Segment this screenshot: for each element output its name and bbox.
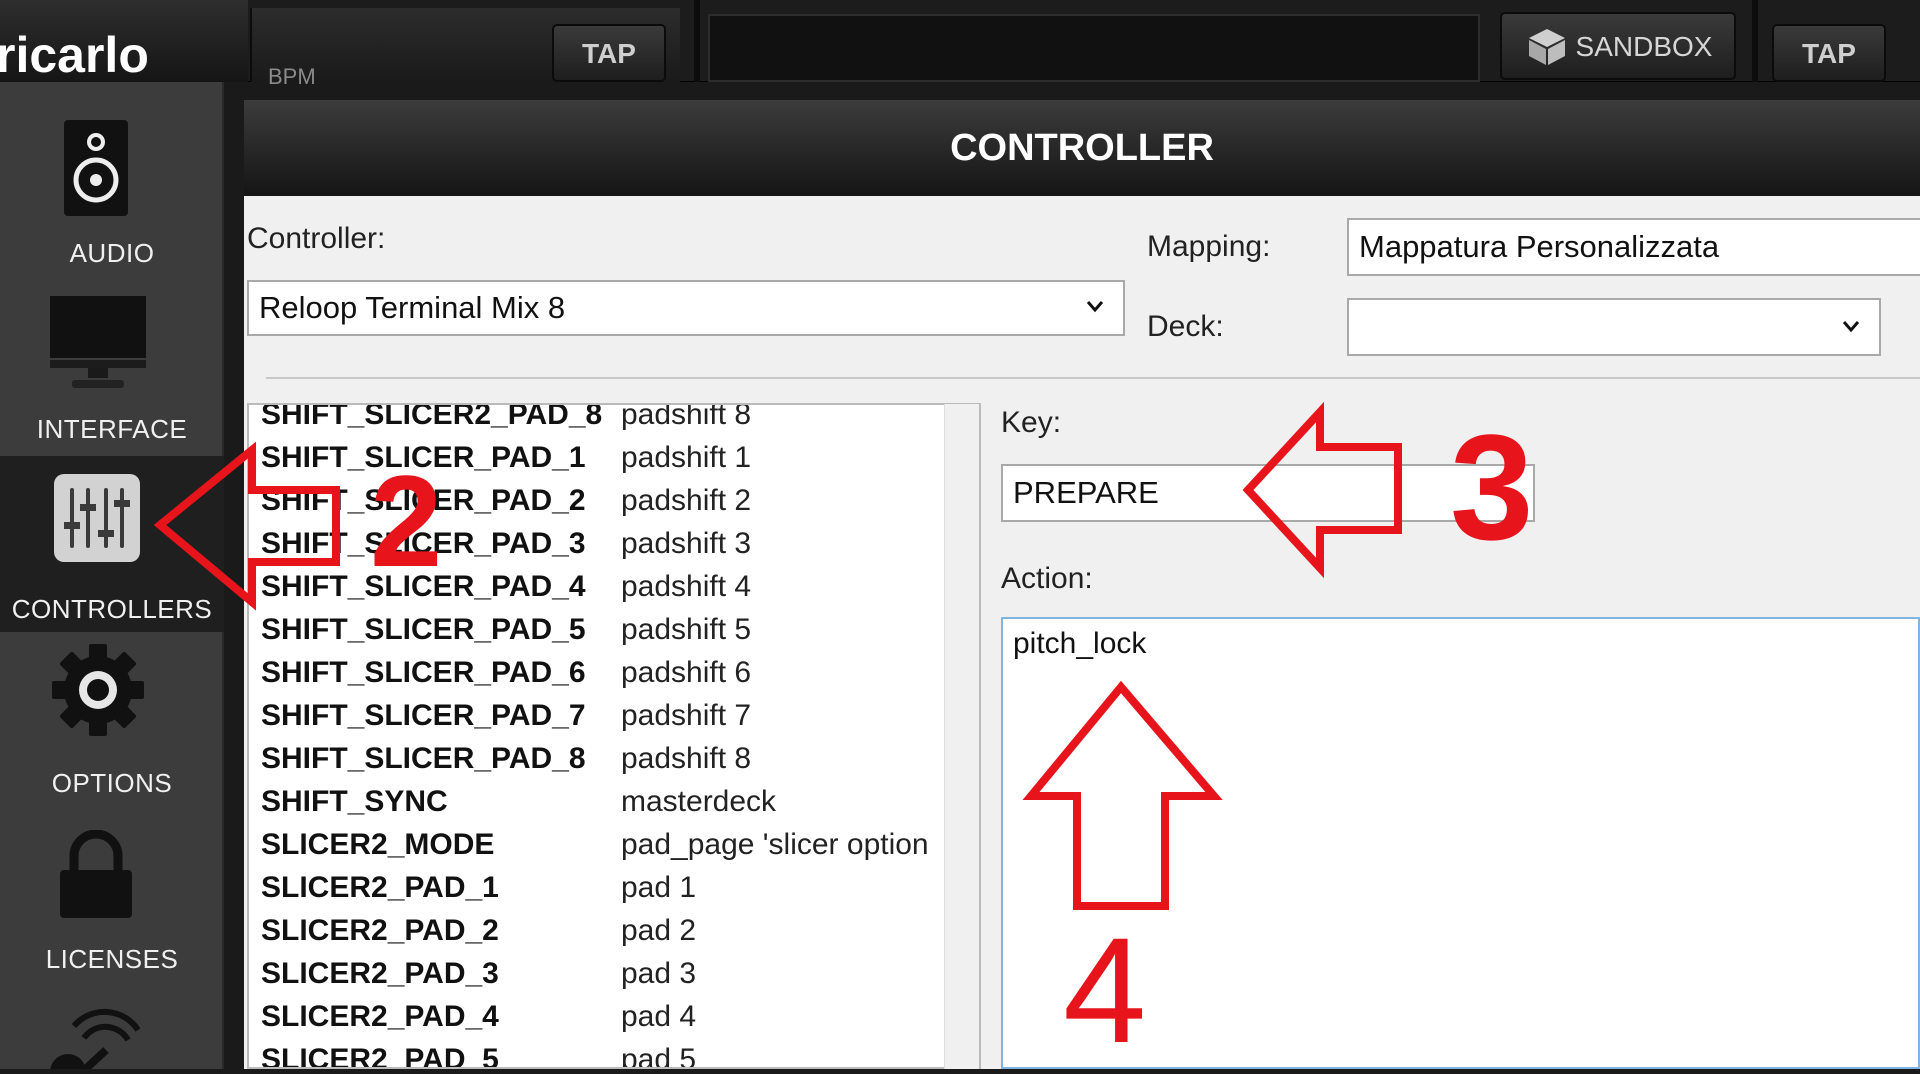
annotation-arrow-4 [1022, 680, 1223, 910]
annotation-number-4: 4 [1063, 906, 1147, 1074]
annotation-number-2: 2 [370, 448, 443, 594]
annotation-arrow-3 [1242, 401, 1402, 579]
annotation-layer [153, 401, 1402, 910]
annotation-arrow-2 [153, 441, 340, 611]
annotation-number-3: 3 [1450, 403, 1534, 571]
